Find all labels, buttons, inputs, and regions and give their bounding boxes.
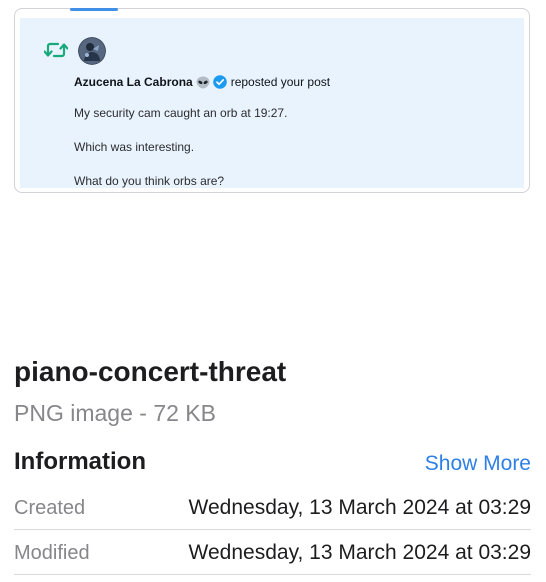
show-more-button[interactable]: Show More [425,452,531,476]
post-text-line: My security cam caught an orb at 19:27. [74,106,288,120]
post-text-line: What do you think orbs are? [74,174,225,188]
verified-badge-icon [212,75,227,89]
notification-card: Azucena La Cabrona reposted your post My… [20,18,524,188]
info-row-created: Created Wednesday, 13 March 2024 at 03:2… [14,487,531,530]
info-row-modified: Modified Wednesday, 13 March 2024 at 03:… [14,532,531,575]
author-name[interactable]: Azucena La Cabrona [74,75,193,89]
info-label: Created [14,497,86,519]
post-text-line: Which was interesting. [74,140,195,154]
info-value: Wednesday, 13 March 2024 at 03:29 [188,496,531,519]
info-value: Wednesday, 13 March 2024 at 03:29 [188,541,531,564]
file-name: piano-concert-threat [14,356,287,387]
notification-line: Azucena La Cabrona reposted your post [74,75,330,89]
alien-emoji-icon [196,76,210,88]
preview-highlight-bar [70,8,118,11]
info-label: Modified [14,542,90,564]
file-preview: Azucena La Cabrona reposted your post My… [14,8,530,193]
information-heading: Information [14,448,146,475]
repost-icon [44,42,68,58]
file-kind-size: PNG image - 72 KB [14,400,216,426]
avatar[interactable] [78,37,106,65]
notification-action: reposted your post [230,75,331,89]
